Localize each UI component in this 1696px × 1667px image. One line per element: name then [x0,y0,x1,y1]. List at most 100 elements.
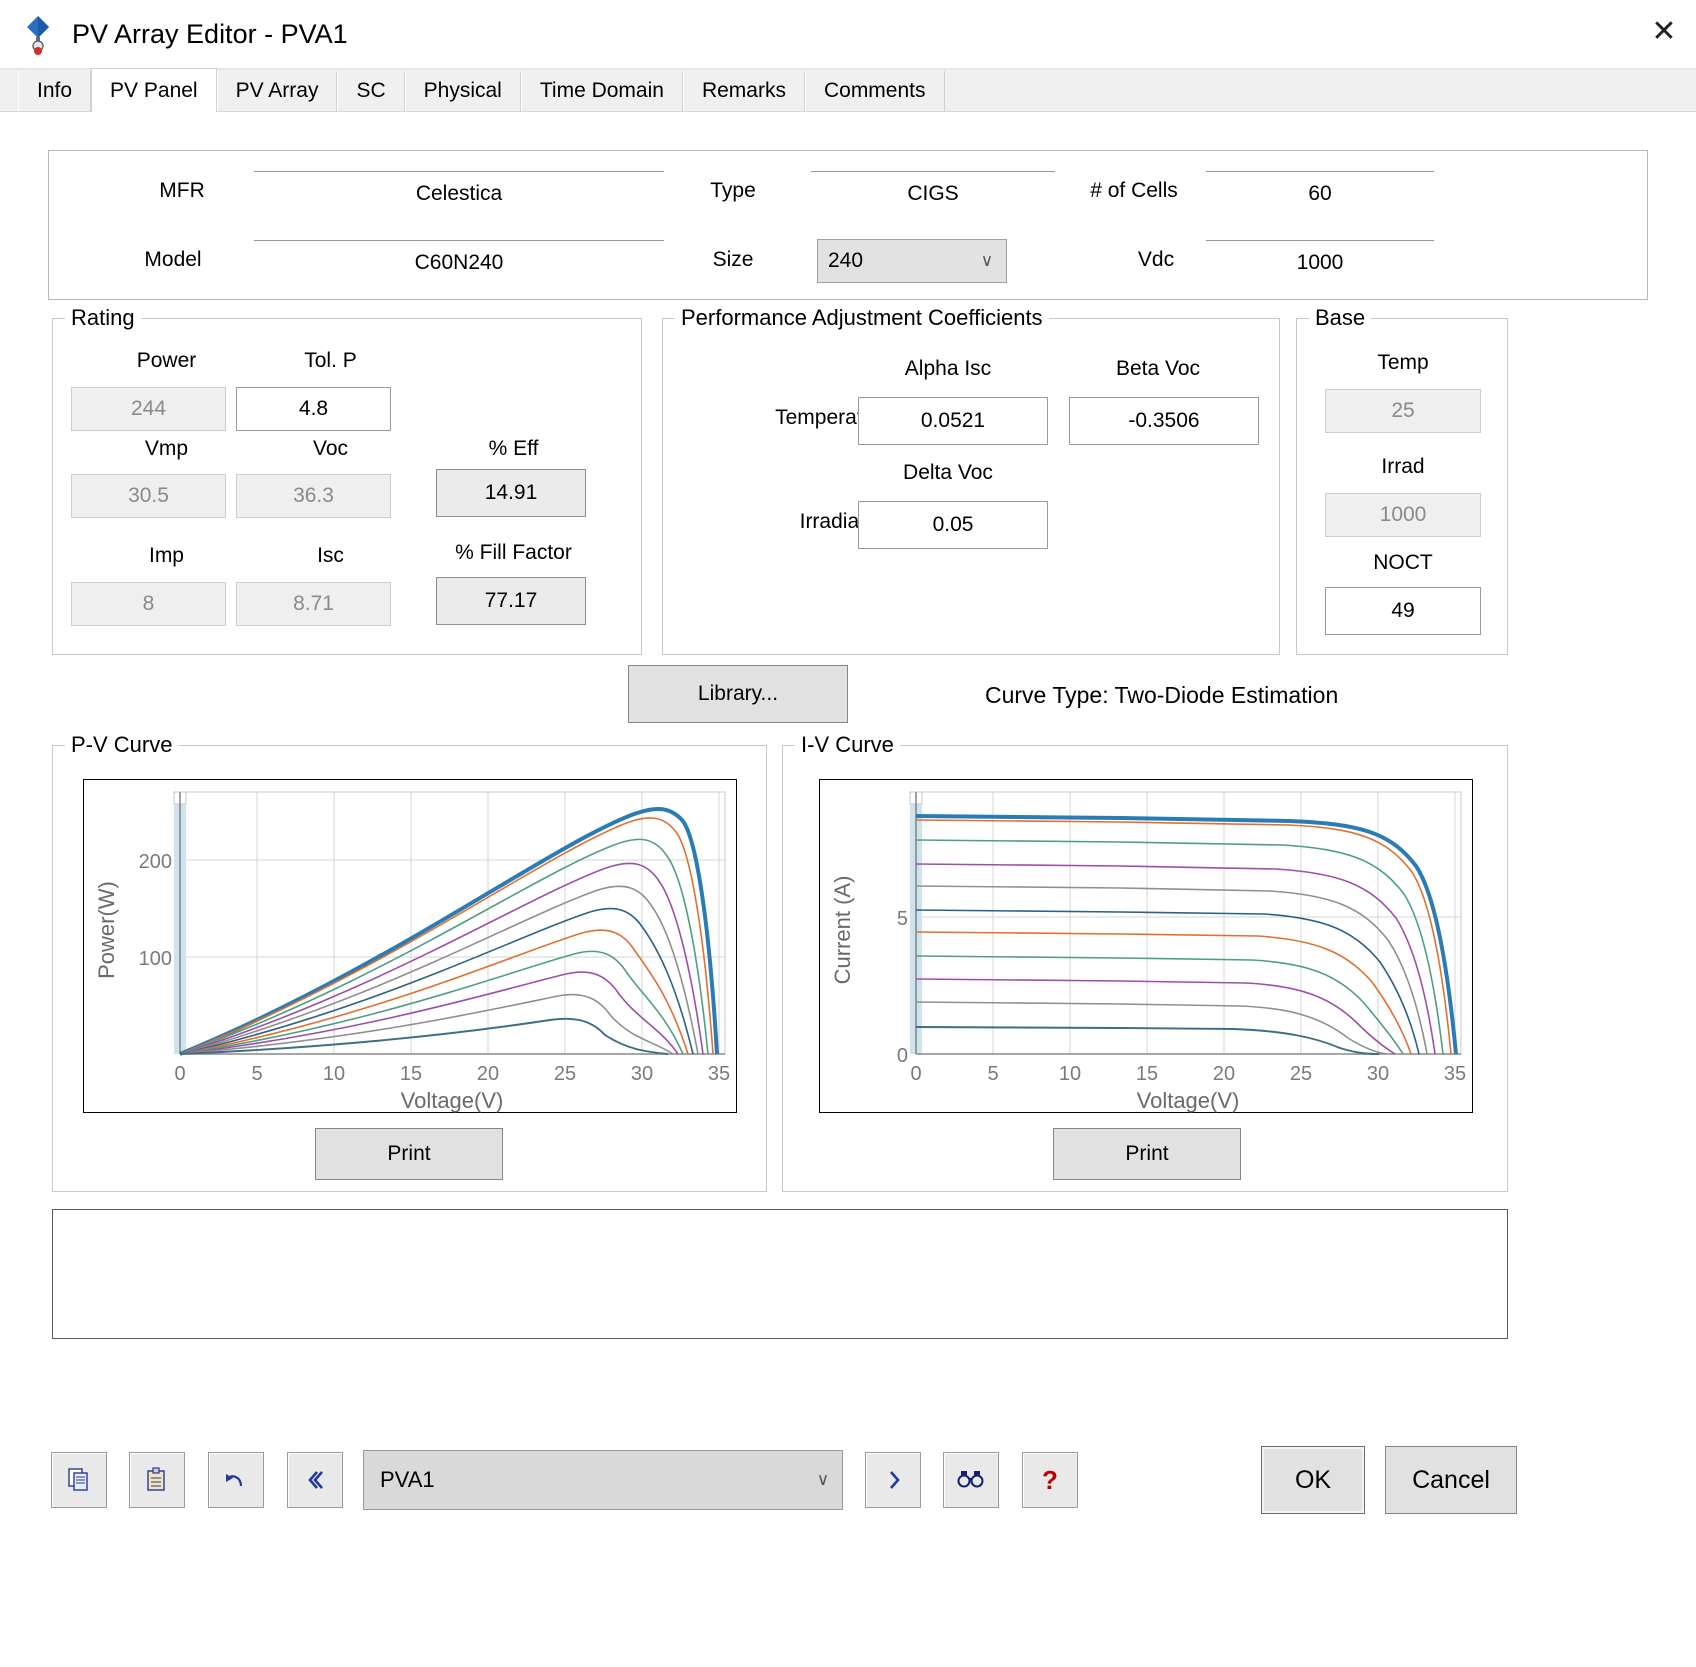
object-selector[interactable]: PVA1 ∨ [363,1450,843,1510]
svg-text:5: 5 [897,908,908,930]
vmp-value: 30.5 [71,474,226,518]
fill-factor-value: 77.17 [436,577,586,625]
tab-pv-array[interactable]: PV Array [217,71,338,111]
footer-toolbar: PVA1 ∨ ? OK Cancel [48,1440,1648,1520]
vdc-field[interactable]: 1000 [1206,240,1434,284]
svg-text:20: 20 [1213,1063,1235,1085]
svg-text:Current (A): Current (A) [830,876,855,985]
iv-curve-plot: Current (A) 5 0 [819,779,1473,1113]
previous-icon[interactable] [287,1452,343,1508]
vdc-label: Vdc [1101,248,1211,272]
library-button[interactable]: Library... [628,665,848,723]
tab-physical[interactable]: Physical [405,71,521,111]
base-noct-label: NOCT [1313,551,1493,575]
size-select[interactable]: 240 ∨ [817,239,1007,283]
window-title: PV Array Editor - PVA1 [72,19,348,50]
base-group: Base Temp 25 Irrad 1000 NOCT 49 [1296,318,1508,655]
tolp-field[interactable]: 4.8 [236,387,391,431]
help-icon[interactable]: ? [1022,1452,1078,1508]
notes-textarea[interactable] [52,1209,1508,1339]
svg-text:25: 25 [554,1063,576,1085]
imp-label: Imp [89,544,244,568]
base-noct-field[interactable]: 49 [1325,587,1481,635]
base-irrad-value: 1000 [1325,493,1481,537]
pv-panel-content: MFR Celestica Model C60N240 Type CIGS Si… [0,112,1696,1667]
svg-text:Voltage(V): Voltage(V) [1137,1088,1240,1113]
close-icon[interactable]: ✕ [1632,0,1696,62]
svg-text:0: 0 [897,1045,908,1067]
object-selector-value: PVA1 [374,1467,804,1493]
eff-label: % Eff [436,437,591,461]
svg-text:15: 15 [400,1063,422,1085]
pv-array-icon [22,14,56,54]
delta-voc-label: Delta Voc [853,461,1043,485]
isc-value: 8.71 [236,582,391,626]
svg-text:0: 0 [910,1063,921,1085]
power-value: 244 [71,387,226,431]
tolp-label: Tol. P [253,349,408,373]
title-bar: PV Array Editor - PVA1 ✕ [0,0,1696,68]
tab-info[interactable]: Info [18,71,91,111]
svg-text:25: 25 [1290,1063,1312,1085]
mfr-label: MFR [127,179,237,203]
pv-curve-print-button[interactable]: Print [315,1128,503,1180]
size-select-value: 240 [828,249,968,273]
mfr-field[interactable]: Celestica [254,171,664,215]
eff-value: 14.91 [436,469,586,517]
svg-text:Voltage(V): Voltage(V) [401,1088,504,1113]
undo-icon[interactable] [208,1452,264,1508]
model-field[interactable]: C60N240 [254,240,664,284]
base-temp-value: 25 [1325,389,1481,433]
copy-icon[interactable] [51,1452,107,1508]
base-irrad-label: Irrad [1313,455,1493,479]
tab-sc[interactable]: SC [337,71,404,111]
svg-text:200: 200 [139,851,172,873]
alpha-isc-label: Alpha Isc [853,357,1043,381]
curve-type-label: Curve Type: Two-Diode Estimation [985,682,1338,709]
svg-text:35: 35 [708,1063,730,1085]
tab-time-domain[interactable]: Time Domain [521,71,683,111]
voc-label: Voc [253,437,408,461]
cancel-button[interactable]: Cancel [1385,1446,1517,1514]
base-title: Base [1309,305,1371,331]
type-field[interactable]: CIGS [811,171,1055,215]
tab-pv-panel[interactable]: PV Panel [91,68,217,112]
pv-curve-title: P-V Curve [65,732,178,758]
imp-value: 8 [71,582,226,626]
delta-voc-field[interactable]: 0.05 [858,501,1048,549]
rating-title: Rating [65,305,141,331]
svg-text:20: 20 [477,1063,499,1085]
pv-curve-group: P-V Curve [52,745,767,1192]
alpha-isc-field[interactable]: 0.0521 [858,397,1048,445]
tab-remarks[interactable]: Remarks [683,71,805,111]
find-icon[interactable] [943,1452,999,1508]
tab-bar: Info PV Panel PV Array SC Physical Time … [0,70,1696,112]
svg-text:10: 10 [323,1063,345,1085]
base-temp-label: Temp [1313,351,1493,375]
cells-field[interactable]: 60 [1206,171,1434,215]
isc-label: Isc [253,544,408,568]
rating-group: Rating Power 244 Tol. P 4.8 Vmp 30.5 Voc… [52,318,642,655]
fill-factor-label: % Fill Factor [421,541,606,565]
size-label: Size [693,248,773,272]
svg-text:5: 5 [251,1063,262,1085]
svg-text:30: 30 [1367,1063,1389,1085]
iv-curve-print-button[interactable]: Print [1053,1128,1241,1180]
beta-voc-field[interactable]: -0.3506 [1069,397,1259,445]
chevron-down-icon: ∨ [968,251,1006,271]
svg-text:100: 100 [139,948,172,970]
performance-group: Performance Adjustment Coefficients Alph… [662,318,1280,655]
ok-button[interactable]: OK [1261,1446,1365,1514]
identification-panel: MFR Celestica Model C60N240 Type CIGS Si… [48,150,1648,300]
model-label: Model [109,248,237,272]
next-icon[interactable] [865,1452,921,1508]
paste-icon[interactable] [129,1452,185,1508]
iv-curve-group: I-V Curve Current (A) 5 0 [782,745,1508,1192]
svg-text:15: 15 [1136,1063,1158,1085]
svg-text:10: 10 [1059,1063,1081,1085]
svg-text:5: 5 [987,1063,998,1085]
cells-label: # of Cells [1059,179,1209,203]
vmp-label: Vmp [89,437,244,461]
help-glyph: ? [1042,1465,1058,1496]
tab-comments[interactable]: Comments [805,71,945,111]
